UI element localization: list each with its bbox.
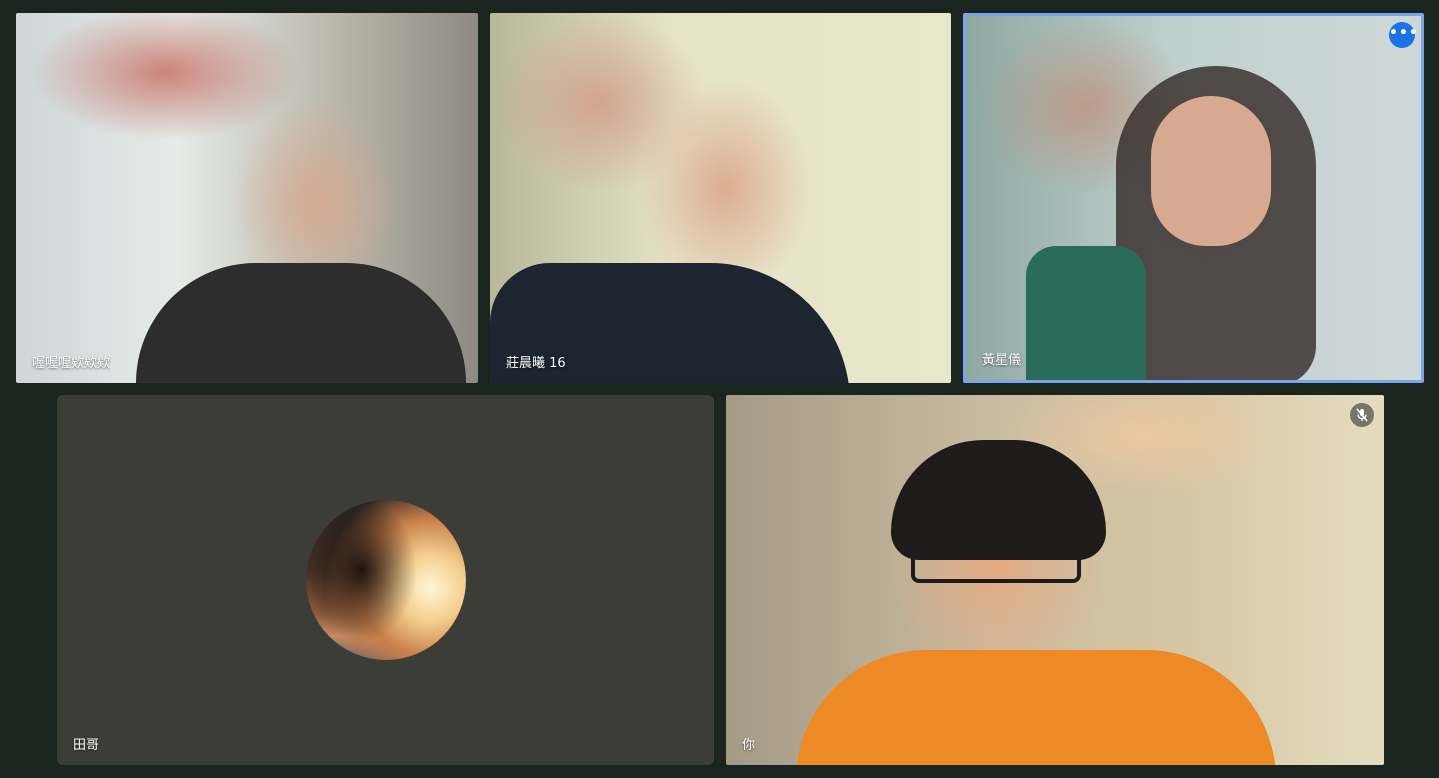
- video-feed-detail: [911, 543, 1081, 583]
- participant-tile-3-active-speaker[interactable]: ••• 黃星儀: [963, 13, 1424, 383]
- video-feed-face: [1151, 96, 1271, 246]
- participant-name: 黃星儀: [982, 353, 1022, 368]
- participant-tile-2[interactable]: 莊晨曦 16: [490, 13, 951, 383]
- mic-off-glyph: [1356, 408, 1368, 422]
- participant-tile-self[interactable]: 你: [726, 395, 1384, 765]
- avatar: [306, 500, 466, 660]
- video-feed-body: [1026, 246, 1146, 380]
- video-call-grid: 喔喔喔欸欸欸 莊晨曦 16 ••• 黃星儀 田哥 你: [0, 0, 1439, 778]
- participant-name: 喔喔喔欸欸欸: [32, 356, 111, 371]
- participant-name: 田哥: [73, 738, 100, 753]
- participant-name: 莊晨曦 16: [506, 356, 566, 371]
- participant-tile-4-no-video[interactable]: 田哥: [57, 395, 714, 765]
- participant-tile-1[interactable]: 喔喔喔欸欸欸: [16, 13, 478, 383]
- avatar-image: [306, 500, 416, 660]
- more-options-icon[interactable]: •••: [1389, 22, 1418, 48]
- video-feed: [891, 440, 1106, 560]
- mic-off-icon: [1350, 403, 1374, 427]
- participant-name: 你: [742, 738, 756, 753]
- video-feed-body: [796, 650, 1276, 765]
- video-feed: [136, 263, 466, 383]
